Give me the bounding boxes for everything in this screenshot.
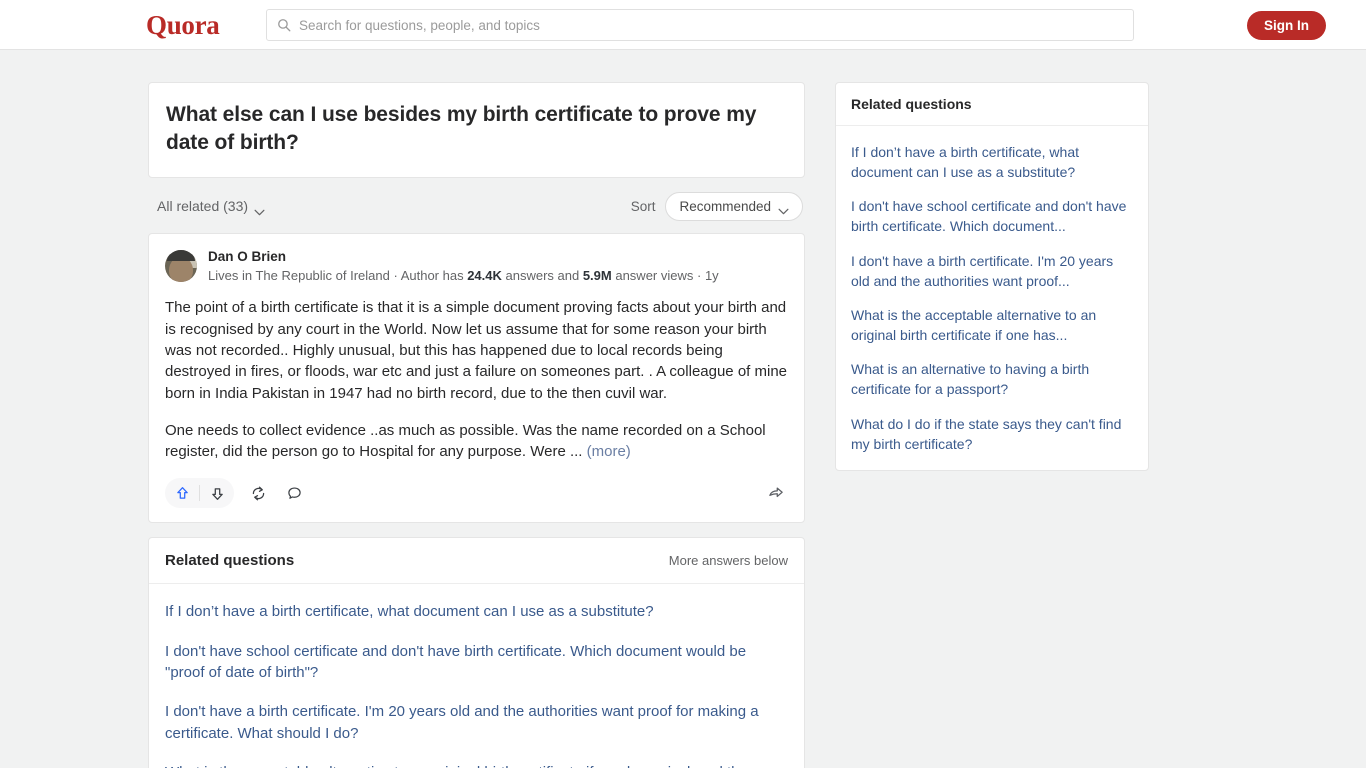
sidebar-related-card: Related questions If I don’t have a birt… [835, 82, 1149, 471]
author-name[interactable]: Dan O Brien [208, 249, 719, 264]
avatar[interactable] [165, 249, 197, 282]
filter-bar: All related (33) Sort Recommended [148, 178, 805, 233]
sidebar-title: Related questions [836, 83, 1148, 126]
sort-control: Sort Recommended [630, 191, 803, 221]
answer-timestamp: 1y [704, 267, 719, 283]
share-button[interactable] [764, 481, 788, 505]
sidebar-item-related-0[interactable]: If I don’t have a birth certificate, wha… [851, 130, 1133, 184]
answer-body: The point of a birth certificate is that… [165, 297, 788, 462]
sidebar-item-related-2[interactable]: I don't have a birth certificate. I'm 20… [851, 239, 1133, 293]
views-count: 5.9M [582, 267, 612, 283]
answer-paragraph: The point of a birth certificate is that… [165, 299, 788, 402]
sign-in-button[interactable]: Sign In [1247, 11, 1326, 40]
related-questions-title: Related questions [165, 552, 295, 570]
search-input[interactable] [299, 17, 1123, 33]
comment-icon [287, 487, 301, 499]
related-questions-header: Related questions More answers below [149, 538, 804, 585]
sidebar-list: If I don’t have a birth certificate, wha… [836, 126, 1148, 470]
sort-value: Recommended [679, 198, 771, 214]
more-link[interactable]: (more) [587, 443, 631, 460]
author-row: Dan O Brien Lives in The Republic of Ire… [165, 248, 788, 285]
list-item[interactable]: If I don’t have a birth certificate, wha… [165, 588, 788, 627]
related-questions-list: If I don’t have a birth certificate, wha… [149, 584, 804, 768]
list-item[interactable]: I don't have school certificate and don'… [165, 628, 788, 689]
sidebar-item-related-3[interactable]: What is the acceptable alternative to an… [851, 293, 1133, 347]
chevron-down-icon [254, 203, 265, 216]
answer-paragraph: One needs to collect evidence ..as much … [165, 420, 788, 463]
downvote-icon [211, 488, 223, 500]
credential-prefix: Lives in The Republic of Ireland · Autho… [208, 267, 468, 283]
list-item[interactable]: I don't have a birth certificate. I'm 20… [165, 688, 788, 749]
page-body: What else can I use besides my birth cer… [0, 50, 1366, 768]
upvote-icon [176, 487, 188, 499]
quora-logo[interactable]: Quora [146, 10, 220, 41]
repost-button[interactable] [246, 481, 270, 505]
comment-button[interactable] [282, 481, 306, 505]
sort-label: Sort [630, 198, 656, 214]
sidebar: Related questions If I don’t have a birt… [835, 82, 1149, 471]
credential-suffix: answer views · [611, 267, 705, 283]
upvote-button[interactable] [165, 478, 199, 508]
list-item[interactable]: What is the acceptable alternative to an… [165, 749, 788, 768]
sidebar-item-related-5[interactable]: What do I do if the state says they can'… [851, 402, 1133, 456]
all-related-filter[interactable]: All related (33) [157, 198, 265, 216]
question-title-card: What else can I use besides my birth cer… [148, 82, 805, 178]
answer-actions [165, 478, 788, 514]
search-bar[interactable] [266, 9, 1134, 41]
all-related-label: All related (33) [157, 198, 249, 215]
credential-middle: answers and [501, 267, 583, 283]
answer-actions-left [165, 478, 306, 509]
author-credentials: Lives in The Republic of Ireland · Autho… [208, 267, 719, 285]
repost-icon [252, 486, 264, 501]
answers-count: 24.4K [467, 267, 502, 283]
main-column: What else can I use besides my birth cer… [148, 82, 805, 768]
sidebar-item-related-1[interactable]: I don't have school certificate and don'… [851, 184, 1133, 238]
share-icon [769, 487, 783, 498]
sidebar-item-related-4[interactable]: What is an alternative to having a birth… [851, 347, 1133, 401]
related-questions-card: Related questions More answers below If … [148, 537, 805, 768]
answer-paragraph-text: One needs to collect evidence ..as much … [165, 421, 766, 461]
author-meta: Dan O Brien Lives in The Republic of Ire… [208, 248, 719, 285]
site-header: Quora Sign In [0, 0, 1366, 50]
search-icon [277, 18, 291, 32]
vote-pill [165, 478, 234, 509]
page-title: What else can I use besides my birth cer… [166, 103, 757, 154]
answer-card: Dan O Brien Lives in The Republic of Ire… [148, 232, 805, 524]
more-answers-below-label[interactable]: More answers below [669, 553, 788, 568]
chevron-down-icon [778, 203, 789, 215]
downvote-button[interactable] [200, 478, 234, 508]
sort-dropdown[interactable]: Recommended [665, 191, 803, 221]
